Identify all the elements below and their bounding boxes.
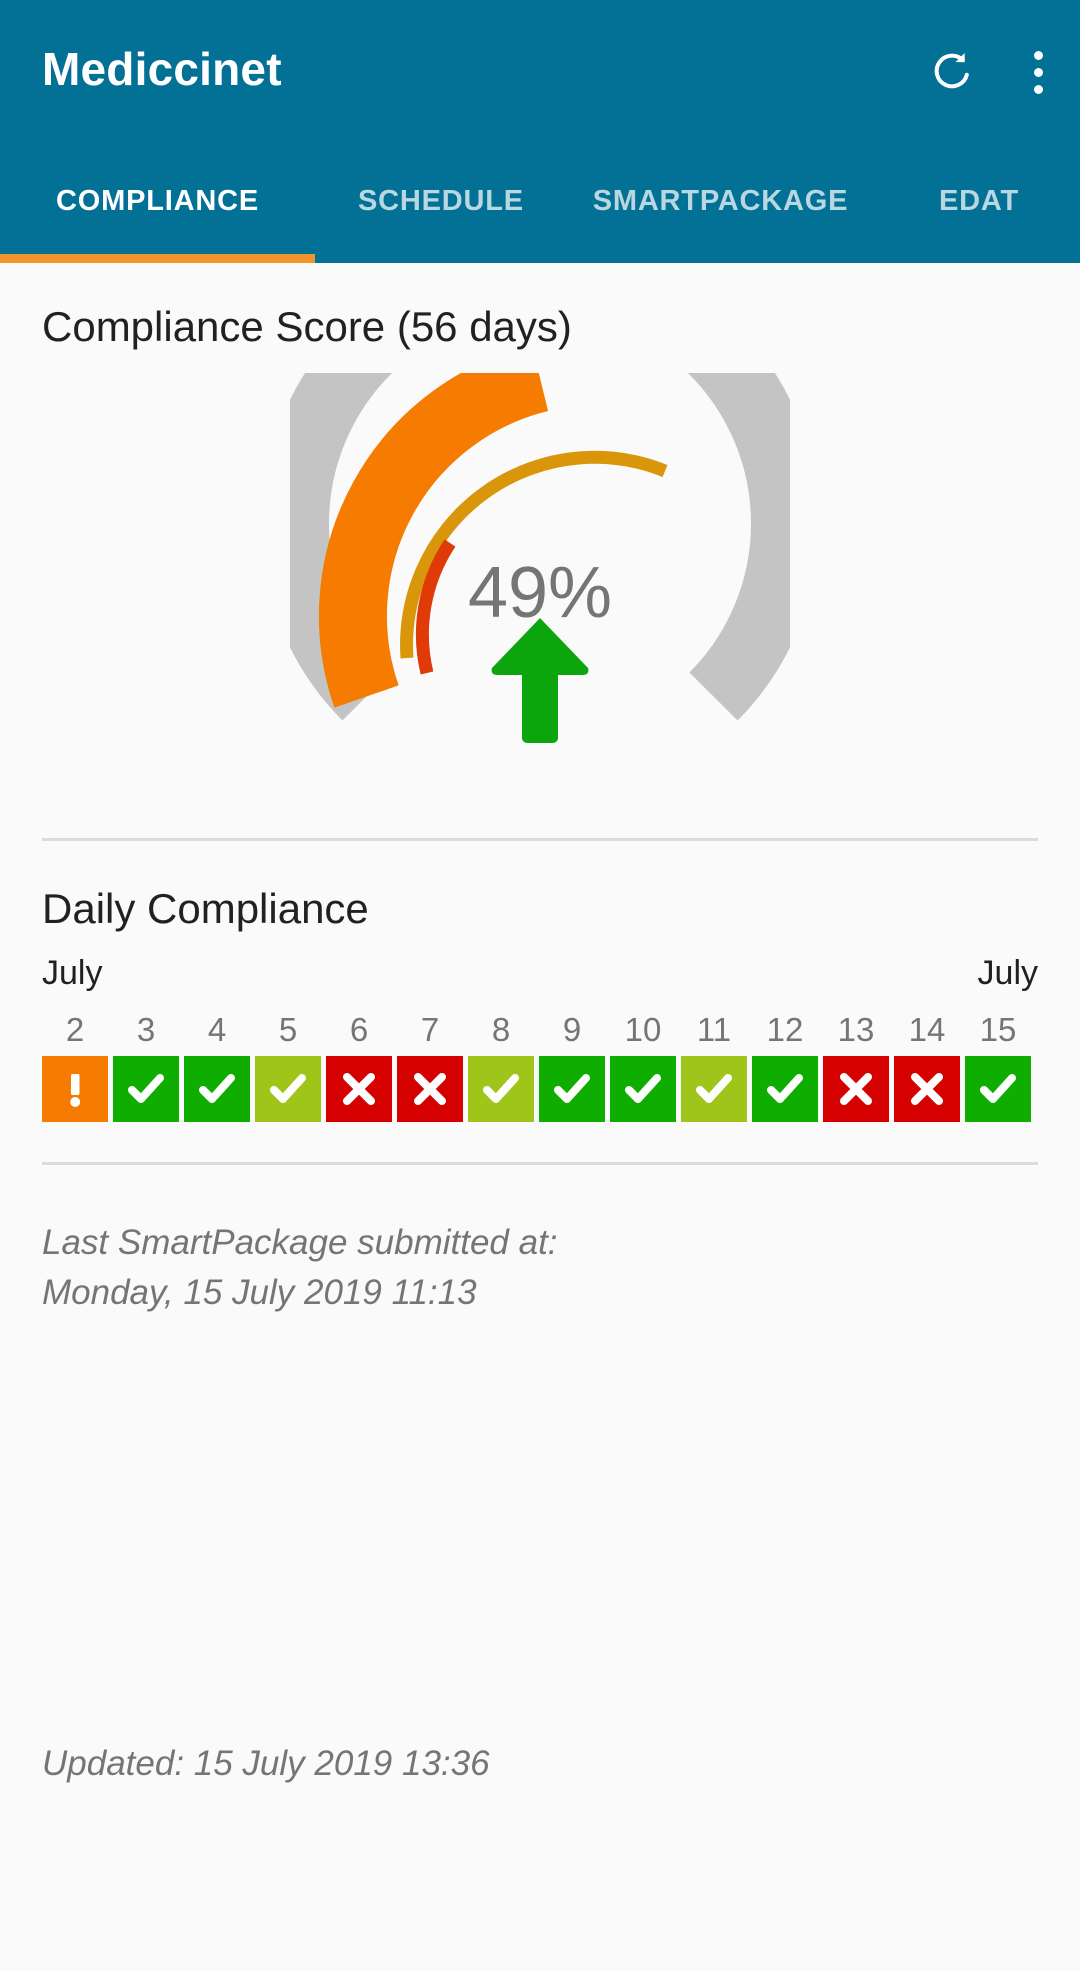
day-number: 15 (979, 1011, 1017, 1048)
divider-top (42, 838, 1038, 841)
day-status-tile-taken[interactable] (752, 1056, 818, 1122)
refresh-icon (929, 48, 975, 97)
day-status-tile-partial[interactable] (255, 1056, 321, 1122)
tab-label: COMPLIANCE (56, 185, 259, 217)
check-icon (625, 1074, 661, 1103)
day-cell: 6 (326, 1008, 392, 1122)
overflow-menu-button[interactable] (1014, 36, 1062, 108)
day-cell: 11 (681, 1008, 747, 1122)
day-number: 8 (491, 1011, 511, 1048)
check-icon (128, 1074, 164, 1103)
cross-icon (911, 1073, 943, 1105)
day-cell: 4 (184, 1008, 250, 1122)
tab-bar[interactable]: COMPLIANCE SCHEDULE SMARTPACKAGE EDAT (0, 148, 1080, 263)
daily-compliance-strip: 2 3 4 5 6 7 8 9 10 11 12 13 14 15 (42, 1008, 1038, 1122)
day-number: 10 (624, 1011, 662, 1048)
day-status-tile-partial[interactable] (468, 1056, 534, 1122)
tab-compliance[interactable]: COMPLIANCE (0, 148, 315, 263)
day-cell: 3 (113, 1008, 179, 1122)
day-status-tile-warning[interactable] (42, 1056, 108, 1122)
day-cell: 9 (539, 1008, 605, 1122)
tab-active-indicator (0, 254, 315, 263)
gauge-score-value: 49% (467, 553, 613, 633)
month-label-end: July (977, 954, 1038, 992)
compliance-score-title: Compliance Score (56 days) (42, 303, 572, 350)
updated-timestamp: Updated: 15 July 2019 13:36 (42, 1744, 490, 1783)
day-cell: 15 (965, 1008, 1031, 1122)
day-cell: 7 (397, 1008, 463, 1122)
app-bar-actions (916, 36, 1062, 108)
exclamation-icon (70, 1074, 81, 1107)
last-submission-value: Monday, 15 July 2019 11:13 (42, 1273, 477, 1312)
cross-icon (343, 1073, 375, 1105)
day-number: 3 (136, 1011, 156, 1048)
day-cell: 14 (894, 1008, 960, 1122)
last-submission-label: Last SmartPackage submitted at: (42, 1223, 558, 1262)
tab-label: SMARTPACKAGE (592, 185, 849, 217)
day-status-tile-missed[interactable] (326, 1056, 392, 1122)
tab-strip: COMPLIANCE SCHEDULE SMARTPACKAGE EDAT (0, 148, 1080, 263)
compliance-gauge: 49% (0, 373, 1080, 773)
day-number: 4 (207, 1011, 227, 1048)
more-vert-icon-dot (1033, 67, 1043, 77)
check-icon (980, 1074, 1016, 1103)
day-status-tile-taken[interactable] (610, 1056, 676, 1122)
check-icon (483, 1074, 519, 1103)
day-cell: 12 (752, 1008, 818, 1122)
daily-compliance-title: Daily Compliance (42, 885, 369, 932)
arrow-up-icon (491, 618, 589, 743)
day-cell: 2 (42, 1008, 108, 1122)
day-number: 9 (562, 1011, 582, 1048)
app-bar: Mediccinet COMPLIANCE SCHEDULE SMARTPACK… (0, 0, 1080, 263)
day-number: 13 (837, 1011, 875, 1048)
day-status-tile-missed[interactable] (823, 1056, 889, 1122)
check-icon (554, 1074, 590, 1103)
content-area: Compliance Score (56 days) 49% Daily Com… (0, 263, 1080, 1971)
divider-bottom (42, 1162, 1038, 1165)
day-number: 7 (420, 1011, 440, 1048)
tab-smartpackage[interactable]: SMARTPACKAGE (567, 148, 874, 263)
month-label-start: July (42, 954, 103, 992)
day-status-tile-taken[interactable] (539, 1056, 605, 1122)
app-root: Mediccinet COMPLIANCE SCHEDULE SMARTPACK… (0, 0, 1080, 1971)
more-vert-icon-dot (1033, 50, 1043, 60)
last-submission-note: Last SmartPackage submitted at: Monday, … (42, 1218, 558, 1318)
day-cell: 5 (255, 1008, 321, 1122)
app-bar-top: Mediccinet (0, 0, 1080, 148)
day-number: 14 (908, 1011, 946, 1048)
day-number: 11 (696, 1011, 732, 1048)
refresh-button[interactable] (916, 36, 988, 108)
day-number: 2 (65, 1011, 85, 1048)
day-status-tile-taken[interactable] (184, 1056, 250, 1122)
day-cell: 13 (823, 1008, 889, 1122)
day-cell: 8 (468, 1008, 534, 1122)
day-status-tile-taken[interactable] (113, 1056, 179, 1122)
day-number: 12 (766, 1011, 804, 1048)
day-status-tile-taken[interactable] (965, 1056, 1031, 1122)
tab-schedule[interactable]: SCHEDULE (315, 148, 567, 263)
cross-icon (840, 1073, 872, 1105)
day-status-tile-missed[interactable] (397, 1056, 463, 1122)
more-vert-icon-dot (1033, 84, 1043, 94)
tab-label: SCHEDULE (358, 185, 524, 217)
check-icon (767, 1074, 803, 1103)
tab-edat[interactable]: EDAT (874, 148, 1080, 263)
app-title: Mediccinet (42, 43, 282, 95)
month-labels-row: July July (42, 953, 1038, 993)
day-cell: 10 (610, 1008, 676, 1122)
day-status-tile-partial[interactable] (681, 1056, 747, 1122)
check-icon (199, 1074, 235, 1103)
check-icon (270, 1074, 306, 1103)
check-icon (696, 1074, 732, 1103)
cross-icon (414, 1073, 446, 1105)
day-number: 5 (278, 1011, 298, 1048)
day-number: 6 (349, 1011, 369, 1048)
tab-label: EDAT (939, 185, 1019, 217)
day-status-tile-missed[interactable] (894, 1056, 960, 1122)
